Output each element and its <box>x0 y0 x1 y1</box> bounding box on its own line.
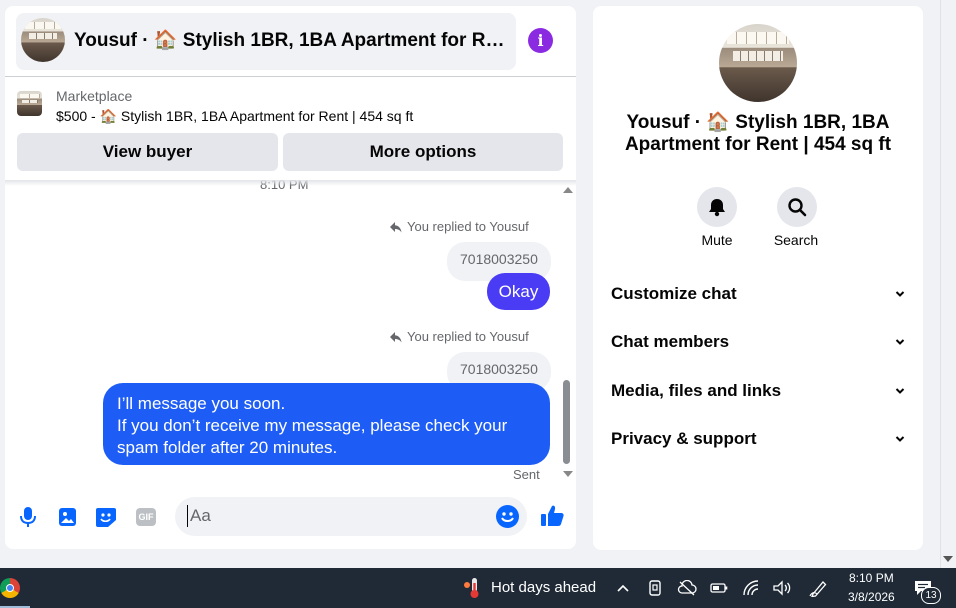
section-label: Customize chat <box>611 284 737 303</box>
gif-icon[interactable]: GIF <box>135 506 157 528</box>
replied-label: You replied to Yousuf <box>407 219 529 234</box>
info-title: Yousuf · 🏠 Stylish 1BR, 1BA Apartment fo… <box>624 112 892 155</box>
wifi-icon[interactable] <box>741 578 761 598</box>
section-label: Media, files and links <box>611 381 782 400</box>
section-label: Privacy & support <box>611 429 757 448</box>
message-line: I’ll message you soon. <box>117 394 286 413</box>
clock-time[interactable]: 8:10 PM <box>849 571 894 585</box>
weather-text[interactable]: Hot days ahead <box>491 579 596 596</box>
phone-link-icon[interactable] <box>645 578 665 598</box>
section-media-files-links[interactable]: Media, files and links <box>611 379 905 403</box>
mute-button[interactable] <box>697 187 737 227</box>
sticker-icon[interactable] <box>95 506 117 528</box>
cloud-offline-icon[interactable] <box>677 578 697 598</box>
chevron-down-icon <box>895 291 905 297</box>
search-control[interactable] <box>777 187 817 227</box>
chrome-icon[interactable] <box>0 578 20 598</box>
search-label: Search <box>773 232 819 248</box>
notification-count-badge: 13 <box>921 587 941 604</box>
speaker-icon[interactable] <box>772 578 792 598</box>
gif-label: GIF <box>136 508 156 526</box>
page-scrollbar[interactable] <box>940 0 956 568</box>
taskbar: Hot days ahead 8:10 PM 3/8/2026 13 <box>0 568 956 608</box>
chevron-up-icon[interactable] <box>613 578 633 598</box>
microphone-icon[interactable] <box>17 506 39 528</box>
chat-header[interactable]: Yousuf · 🏠 Stylish 1BR, 1BA Apartment fo… <box>16 13 516 70</box>
chevron-down-icon <box>895 339 905 345</box>
message-line: If you don’t receive my message, please … <box>117 416 508 457</box>
view-buyer-button[interactable]: View buyer <box>17 133 278 171</box>
listing-title[interactable]: $500 - 🏠 Stylish 1BR, 1BA Apartment for … <box>56 108 413 125</box>
section-privacy-support[interactable]: Privacy & support <box>611 427 905 451</box>
message-bubble[interactable]: I’ll message you soon. If you don’t rece… <box>103 383 550 465</box>
replied-indicator: You replied to Yousuf <box>389 329 529 344</box>
header-shadow <box>5 180 576 186</box>
section-label: Chat members <box>611 332 730 351</box>
like-icon[interactable] <box>539 504 565 528</box>
page-scroll-down-arrow[interactable] <box>943 556 953 562</box>
clock-date[interactable]: 3/8/2026 <box>848 590 895 604</box>
replied-label: You replied to Yousuf <box>407 329 529 344</box>
bell-icon <box>709 199 725 217</box>
chevron-down-icon <box>895 388 905 394</box>
info-avatar[interactable] <box>719 24 797 102</box>
conversation-avatar[interactable] <box>21 18 65 62</box>
scrollbar-thumb[interactable] <box>563 380 570 464</box>
marketplace-label: Marketplace <box>56 88 133 104</box>
search-button[interactable] <box>777 187 817 227</box>
chevron-down-icon <box>895 436 905 442</box>
scroll-down-arrow[interactable] <box>563 471 573 477</box>
emoji-icon[interactable] <box>496 505 519 528</box>
chat-info-panel: Yousuf · 🏠 Stylish 1BR, 1BA Apartment fo… <box>593 6 923 550</box>
thermometer-icon[interactable] <box>462 577 482 599</box>
message-input[interactable] <box>187 505 490 527</box>
sent-status: Sent <box>513 467 540 482</box>
scroll-up-arrow[interactable] <box>563 187 573 193</box>
reply-arrow-icon <box>390 331 402 342</box>
battery-icon[interactable] <box>709 578 729 598</box>
reply-arrow-icon <box>390 221 402 232</box>
mute-control[interactable] <box>697 187 737 227</box>
section-customize-chat[interactable]: Customize chat <box>611 282 905 306</box>
listing-thumbnail[interactable] <box>17 91 42 116</box>
replied-indicator: You replied to Yousuf <box>389 219 529 234</box>
section-chat-members[interactable]: Chat members <box>611 330 905 354</box>
conversation-title[interactable]: Yousuf · 🏠 Stylish 1BR, 1BA Apartment fo… <box>74 28 510 52</box>
message-bubble[interactable]: Okay <box>487 273 550 310</box>
pen-icon[interactable] <box>809 578 829 598</box>
more-options-button[interactable]: More options <box>283 133 563 171</box>
mute-label: Mute <box>701 232 733 248</box>
search-icon <box>788 198 807 217</box>
message-composer[interactable] <box>175 497 527 536</box>
info-icon[interactable]: i <box>528 28 553 53</box>
chat-panel: Yousuf · 🏠 Stylish 1BR, 1BA Apartment fo… <box>5 6 576 549</box>
header-divider <box>5 76 576 77</box>
image-icon[interactable] <box>56 506 78 528</box>
